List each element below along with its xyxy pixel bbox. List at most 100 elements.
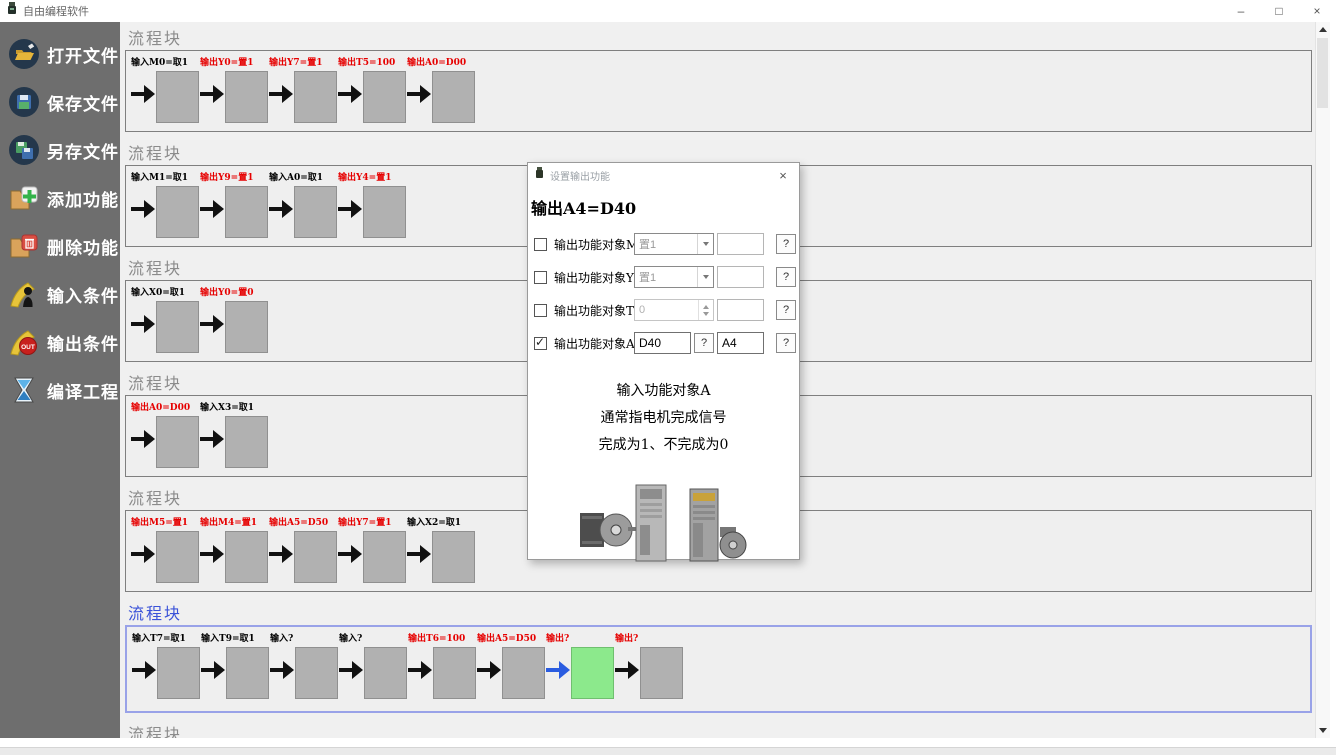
checkbox-checked[interactable]	[534, 337, 547, 350]
flow-arrow-icon	[338, 644, 364, 701]
sidebar-item-label: 打开文件	[47, 42, 119, 67]
taskbar-edge	[0, 747, 1336, 755]
dialog-titlebar: 设置输出功能 ×	[528, 163, 799, 187]
chevron-down-icon[interactable]	[697, 267, 713, 287]
flow-block[interactable]	[156, 301, 199, 353]
flow-block[interactable]	[225, 71, 268, 123]
sidebar-item-compile-project[interactable]: 编译工程	[0, 366, 120, 414]
help-line: 通常指电机完成信号	[528, 405, 799, 432]
flow-arrow-icon	[130, 68, 156, 125]
checkbox-unchecked[interactable]	[534, 304, 547, 317]
flow-block[interactable]	[156, 71, 199, 123]
flow-unit: 输出Y4=置1	[337, 170, 406, 246]
help-button[interactable]: ?	[694, 333, 714, 353]
flow-block[interactable]	[364, 647, 407, 699]
flow-block[interactable]	[432, 531, 475, 583]
section-box: 输入M0=取1输出Y0=置1输出Y7=置1输出T5=100输出A0=D00	[125, 50, 1312, 132]
output-mode-dropdown[interactable]: 置1	[634, 266, 714, 288]
flow-arrow-icon	[200, 644, 226, 701]
checkbox-unchecked[interactable]	[534, 271, 547, 284]
timer-value-spinner[interactable]: 0	[634, 299, 714, 321]
help-button[interactable]: ?	[776, 234, 796, 254]
flow-block[interactable]	[226, 647, 269, 699]
flow-block[interactable]	[363, 531, 406, 583]
sidebar-item-add-function[interactable]: 添加功能	[0, 174, 120, 222]
sidebar-item-label: 另存文件	[47, 138, 119, 163]
secondary-value-input[interactable]	[717, 233, 764, 255]
block-label: 输入M0=取1	[131, 55, 188, 68]
sidebar-item-output-condition[interactable]: OUT 输出条件	[0, 318, 120, 366]
dialog-row-label: 输出功能对象Y	[554, 269, 634, 286]
flow-arrow-icon	[199, 298, 225, 355]
spinner-arrows-icon[interactable]	[698, 300, 713, 320]
sidebar-item-input-condition[interactable]: 输入条件	[0, 270, 120, 318]
sidebar-item-save-as[interactable]: 另存文件	[0, 126, 120, 174]
block-label: 输出A5=D50	[477, 631, 536, 644]
close-button[interactable]: ×	[1298, 0, 1336, 22]
flow-block[interactable]	[156, 416, 199, 468]
object-a-value-input[interactable]: D40	[634, 332, 691, 354]
flow-block[interactable]	[156, 186, 199, 238]
secondary-value-input[interactable]	[717, 266, 764, 288]
flow-arrow-icon	[199, 528, 225, 585]
sidebar-item-open-file[interactable]: 打开文件	[0, 30, 120, 78]
flow-unit: 输入X0=取1	[130, 285, 199, 361]
flow-unit: 输出Y7=置1	[268, 55, 337, 131]
flow-block[interactable]	[640, 647, 683, 699]
maximize-button[interactable]: □	[1260, 0, 1298, 22]
flow-unit: 输出Y0=置0	[199, 285, 268, 361]
flow-block[interactable]	[363, 71, 406, 123]
flow-block[interactable]	[363, 186, 406, 238]
block-label: 输入T9=取1	[201, 631, 255, 644]
output-condition-icon: OUT	[8, 326, 40, 358]
block-label: 输出M4=置1	[200, 515, 257, 528]
secondary-value-input[interactable]	[717, 299, 764, 321]
flow-block[interactable]	[433, 647, 476, 699]
object-a-name-input[interactable]: A4	[717, 332, 764, 354]
flow-block[interactable]	[157, 647, 200, 699]
sidebar-item-save-file[interactable]: 保存文件	[0, 78, 120, 126]
sidebar-item-delete-function[interactable]: 删除功能	[0, 222, 120, 270]
delete-function-icon	[8, 230, 40, 262]
flow-block[interactable]	[502, 647, 545, 699]
flow-arrow-icon	[406, 528, 432, 585]
output-mode-dropdown[interactable]: 置1	[634, 233, 714, 255]
flow-unit: 输出M4=置1	[199, 515, 268, 591]
help-button[interactable]: ?	[776, 267, 796, 287]
sidebar-item-label: 输出条件	[47, 330, 119, 355]
help-button[interactable]: ?	[776, 333, 796, 353]
dropdown-value: 置1	[639, 269, 656, 285]
servo-drive-motor-image	[688, 487, 750, 570]
save-as-icon	[8, 134, 40, 166]
flow-block[interactable]	[294, 186, 337, 238]
block-label: 输出T5=100	[338, 55, 395, 68]
flow-block[interactable]	[156, 531, 199, 583]
flow-arrow-icon	[130, 183, 156, 240]
flow-block[interactable]	[225, 186, 268, 238]
block-label: 输入M1=取1	[131, 170, 188, 183]
flow-block[interactable]	[294, 71, 337, 123]
block-label: 输入X3=取1	[200, 400, 254, 413]
checkbox-unchecked[interactable]	[534, 238, 547, 251]
flow-unit: 输入?	[269, 631, 338, 711]
flow-block[interactable]	[294, 531, 337, 583]
flow-arrow-icon	[130, 298, 156, 355]
flow-block[interactable]	[295, 647, 338, 699]
flow-arrow-icon	[269, 644, 295, 701]
sidebar-item-label: 删除功能	[47, 234, 119, 259]
scroll-up-icon[interactable]	[1316, 22, 1330, 37]
flow-block[interactable]	[225, 531, 268, 583]
flow-block[interactable]	[225, 416, 268, 468]
block-label: 输入X0=取1	[131, 285, 185, 298]
flow-block-selected[interactable]	[571, 647, 614, 699]
scrollbar-thumb[interactable]	[1317, 38, 1328, 108]
flow-block[interactable]	[225, 301, 268, 353]
block-label: 输出A5=D50	[269, 515, 328, 528]
help-button[interactable]: ?	[776, 300, 796, 320]
scroll-down-icon[interactable]	[1316, 723, 1330, 738]
flow-block[interactable]	[432, 71, 475, 123]
dialog-close-icon[interactable]: ×	[774, 168, 792, 183]
chevron-down-icon[interactable]	[697, 234, 713, 254]
vertical-scrollbar[interactable]	[1315, 22, 1330, 738]
minimize-button[interactable]: –	[1222, 0, 1260, 22]
